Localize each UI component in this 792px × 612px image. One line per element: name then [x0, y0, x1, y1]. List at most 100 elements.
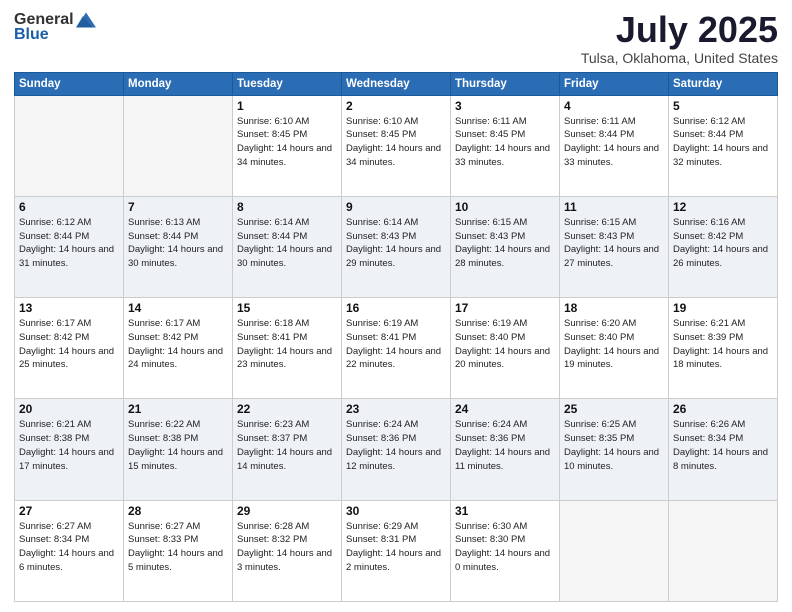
calendar-cell	[669, 500, 778, 601]
day-number: 25	[564, 402, 664, 416]
sunrise-text: Sunrise: 6:24 AM	[455, 419, 527, 430]
logo-blue: Blue	[14, 26, 49, 44]
sunrise-text: Sunrise: 6:13 AM	[128, 217, 200, 228]
daylight-text: Daylight: 14 hours and 34 minutes.	[346, 143, 441, 168]
day-detail: Sunrise: 6:12 AMSunset: 8:44 PMDaylight:…	[673, 115, 773, 170]
calendar-cell: 28Sunrise: 6:27 AMSunset: 8:33 PMDayligh…	[124, 500, 233, 601]
calendar-cell: 3Sunrise: 6:11 AMSunset: 8:45 PMDaylight…	[451, 95, 560, 196]
day-number: 11	[564, 200, 664, 214]
day-detail: Sunrise: 6:24 AMSunset: 8:36 PMDaylight:…	[455, 418, 555, 473]
sunset-text: Sunset: 8:45 PM	[455, 129, 525, 140]
day-detail: Sunrise: 6:12 AM Sunset: 8:44 PM Daylight:…	[19, 216, 119, 271]
sunrise-text: Sunrise: 6:12 AM	[673, 116, 745, 127]
sunset-text: Sunset: 8:37 PM	[237, 433, 307, 444]
sunrise-text: Sunrise: 6:28 AM	[237, 521, 309, 532]
daylight-text: Daylight: 14 hours and 30 minutes.	[237, 244, 332, 269]
header-wednesday: Wednesday	[342, 72, 451, 95]
calendar-cell: 10Sunrise: 6:15 AMSunset: 8:43 PMDayligh…	[451, 196, 560, 297]
day-detail: Sunrise: 6:18 AMSunset: 8:41 PMDaylight:…	[237, 317, 337, 372]
day-detail: Sunrise: 6:15 AMSunset: 8:43 PMDaylight:…	[455, 216, 555, 271]
sunrise-text: Sunrise: 6:16 AM	[673, 217, 745, 228]
calendar-table: Sunday Monday Tuesday Wednesday Thursday…	[14, 72, 778, 602]
sunset-text: Sunset: 8:33 PM	[128, 534, 198, 545]
sunset-text: Sunset: 8:42 PM	[19, 332, 89, 343]
day-detail: Sunrise: 6:11 AMSunset: 8:45 PMDaylight:…	[455, 115, 555, 170]
daylight-text: Daylight: 14 hours and 0 minutes.	[455, 548, 550, 573]
daylight-text: Daylight: 14 hours and 24 minutes.	[128, 346, 223, 371]
calendar-cell: 26 Sunrise: 6:26 AMSunset: 8:34 PMDayligh…	[669, 399, 778, 500]
daylight-text: Daylight: 14 hours and 8 minutes.	[673, 447, 768, 472]
day-number: 8	[237, 200, 337, 214]
day-number: 21	[128, 402, 228, 416]
calendar-cell: 16Sunrise: 6:19 AMSunset: 8:41 PMDayligh…	[342, 298, 451, 399]
sunset-text: Sunset: 8:42 PM	[128, 332, 198, 343]
calendar-cell	[124, 95, 233, 196]
sunset-text: Sunset: 8:30 PM	[455, 534, 525, 545]
day-number: 9	[346, 200, 446, 214]
sunrise-text: Sunrise: 6:22 AM	[128, 419, 200, 430]
sunrise-text: Sunrise: 6:25 AM	[564, 419, 636, 430]
header: General Blue July 2025 Tulsa, Oklahoma, …	[14, 10, 778, 66]
sunrise-text: Sunrise: 6:17 AM	[19, 318, 91, 329]
day-number: 1	[237, 99, 337, 113]
sunrise-text: Sunrise: 6:10 AM	[237, 116, 309, 127]
day-number: 31	[455, 504, 555, 518]
day-number: 20	[19, 402, 119, 416]
day-detail: Sunrise: 6:25 AM Sunset: 8:35 PM Daylight:…	[564, 418, 664, 473]
header-saturday: Saturday	[669, 72, 778, 95]
sunset-text: Sunset: 8:43 PM	[564, 231, 634, 242]
day-number: 18	[564, 301, 664, 315]
logo: General Blue	[14, 10, 96, 44]
weekday-header-row: Sunday Monday Tuesday Wednesday Thursday…	[15, 72, 778, 95]
day-detail: Sunrise: 6:26 AMSunset: 8:34 PMDaylight:…	[673, 418, 773, 473]
sunrise-text: Sunrise: 6:21 AM	[673, 318, 745, 329]
sunset-text: Sunset: 8:43 PM	[455, 231, 525, 242]
sunrise-text: Sunrise: 6:19 AM	[346, 318, 418, 329]
calendar-week-row: 27Sunrise: 6:27 AMSunset: 8:34 PMDayligh…	[15, 500, 778, 601]
daylight-text: Daylight: 14 hours and 30 minutes.	[128, 244, 223, 269]
daylight-text: Daylight: 14 hours and 11 minutes.	[455, 447, 550, 472]
sunrise-text: Sunrise: 6:12 AM	[19, 217, 91, 228]
day-number: 17	[455, 301, 555, 315]
day-detail: Sunrise: 6:19 AMSunset: 8:40 PMDaylight:…	[455, 317, 555, 372]
day-detail: Sunrise: 6:28 AMSunset: 8:32 PMDaylight:…	[237, 520, 337, 575]
calendar-cell: 30Sunrise: 6:29 AMSunset: 8:31 PMDayligh…	[342, 500, 451, 601]
day-detail: Sunrise: 6:17 AMSunset: 8:42 PMDaylight:…	[19, 317, 119, 372]
day-number: 14	[128, 301, 228, 315]
header-thursday: Thursday	[451, 72, 560, 95]
day-detail: Sunrise: 6:10 AMSunset: 8:45 PMDaylight:…	[237, 115, 337, 170]
day-detail: Sunrise: 6:24 AMSunset: 8:36 PMDaylight:…	[346, 418, 446, 473]
daylight-text: Daylight: 14 hours and 18 minutes.	[673, 346, 768, 371]
day-detail: Sunrise: 6:17 AMSunset: 8:42 PMDaylight:…	[128, 317, 228, 372]
day-detail: Sunrise: 6:16 AMSunset: 8:42 PMDaylight:…	[673, 216, 773, 271]
sunrise-text: Sunrise: 6:26 AM	[673, 419, 745, 430]
header-tuesday: Tuesday	[233, 72, 342, 95]
logo-icon	[76, 10, 96, 30]
day-detail: Sunrise: 6:13 AM Sunset: 8:44 PM Daylight:…	[128, 216, 228, 271]
day-number: 24	[455, 402, 555, 416]
daylight-text: Daylight: 14 hours and 6 minutes.	[19, 548, 114, 573]
calendar-cell: 29Sunrise: 6:28 AMSunset: 8:32 PMDayligh…	[233, 500, 342, 601]
day-number: 26	[673, 402, 773, 416]
day-detail: Sunrise: 6:15 AMSunset: 8:43 PMDaylight:…	[564, 216, 664, 271]
sunset-text: Sunset: 8:39 PM	[673, 332, 743, 343]
sunset-text: Sunset: 8:40 PM	[564, 332, 634, 343]
sunrise-text: Sunrise: 6:11 AM	[564, 116, 636, 127]
sunset-text: Sunset: 8:31 PM	[346, 534, 416, 545]
day-number: 13	[19, 301, 119, 315]
sunset-text: Sunset: 8:44 PM	[19, 231, 89, 242]
day-detail: Sunrise: 6:10 AMSunset: 8:45 PMDaylight:…	[346, 115, 446, 170]
daylight-text: Daylight: 14 hours and 10 minutes.	[564, 447, 659, 472]
daylight-text: Daylight: 14 hours and 31 minutes.	[19, 244, 114, 269]
day-number: 4	[564, 99, 664, 113]
sunset-text: Sunset: 8:32 PM	[237, 534, 307, 545]
sunset-text: Sunset: 8:44 PM	[237, 231, 307, 242]
daylight-text: Daylight: 14 hours and 26 minutes.	[673, 244, 768, 269]
sunset-text: Sunset: 8:44 PM	[128, 231, 198, 242]
sunrise-text: Sunrise: 6:21 AM	[19, 419, 91, 430]
calendar-cell: 20Sunrise: 6:21 AMSunset: 8:38 PMDayligh…	[15, 399, 124, 500]
calendar-cell: 9Sunrise: 6:14 AMSunset: 8:43 PMDaylight…	[342, 196, 451, 297]
sunset-text: Sunset: 8:35 PM	[564, 433, 634, 444]
day-detail: Sunrise: 6:27 AMSunset: 8:34 PMDaylight:…	[19, 520, 119, 575]
calendar-week-row: 20Sunrise: 6:21 AMSunset: 8:38 PMDayligh…	[15, 399, 778, 500]
